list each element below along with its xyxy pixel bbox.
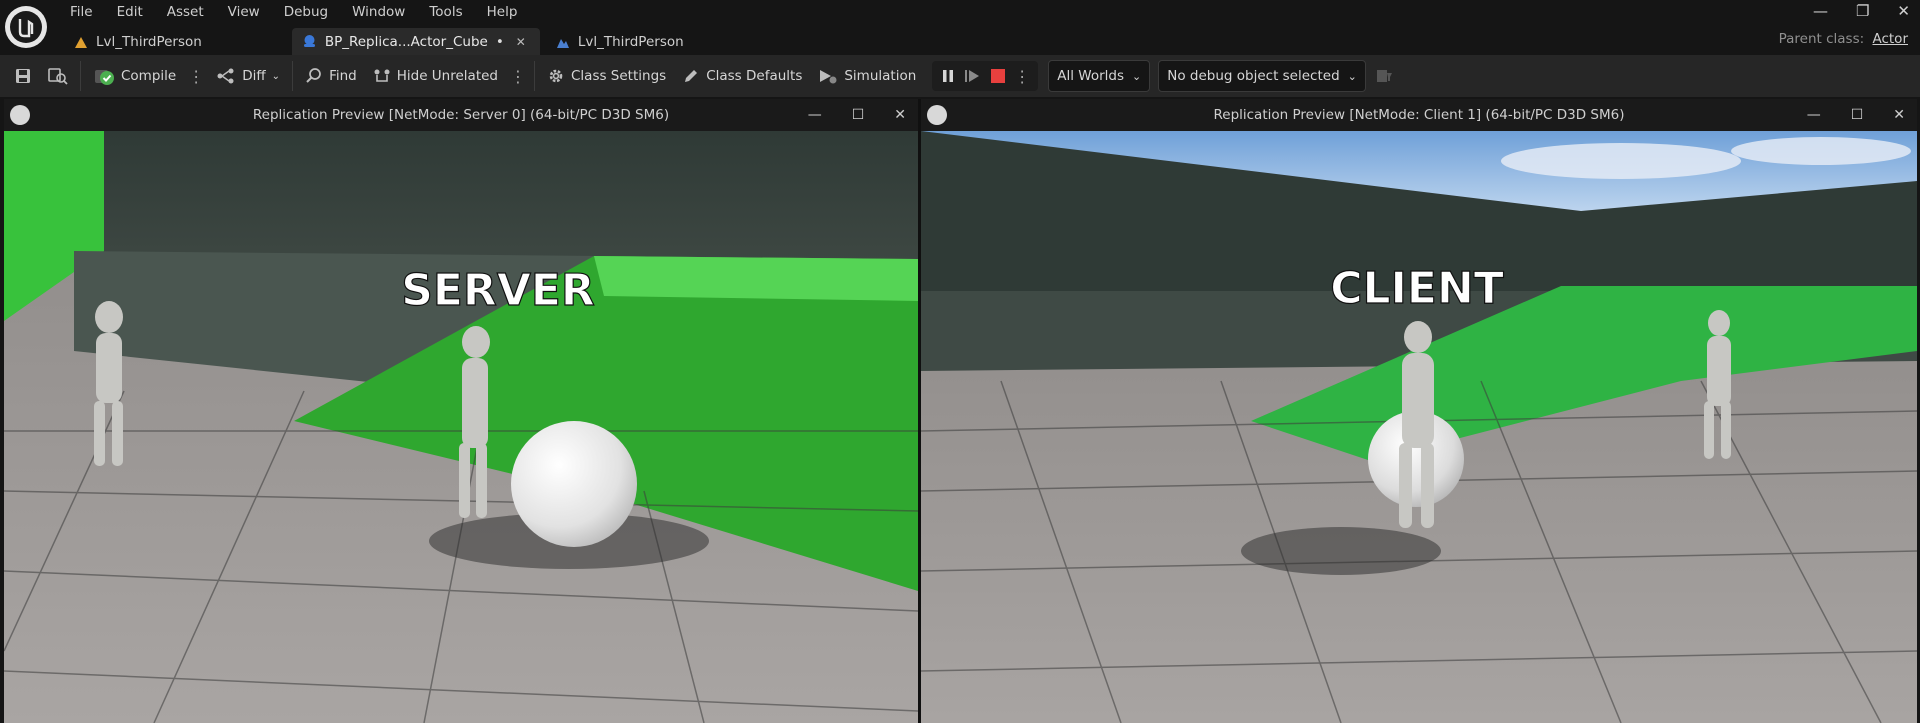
chevron-down-icon: ⌄ bbox=[1347, 69, 1357, 83]
tab-level-2[interactable]: Lvl_ThirdPerson bbox=[546, 28, 698, 55]
hide-unrelated-icon bbox=[374, 69, 390, 82]
server-overlay-label: SERVER bbox=[401, 265, 595, 316]
tab-blueprint[interactable]: BP_Replica...Actor_Cube • ✕ bbox=[291, 28, 540, 55]
browse-icon bbox=[48, 68, 68, 85]
compile-check-icon bbox=[95, 70, 114, 85]
menu-edit[interactable]: Edit bbox=[105, 0, 155, 24]
level-icon bbox=[556, 38, 569, 48]
simulation-icon bbox=[820, 70, 837, 84]
compile-label: Compile bbox=[121, 68, 177, 84]
menu-asset[interactable]: Asset bbox=[155, 0, 216, 24]
hide-unrelated-options-icon[interactable]: ⋮ bbox=[506, 67, 530, 86]
class-settings-label: Class Settings bbox=[571, 68, 667, 84]
edit-pencil-icon bbox=[685, 70, 698, 82]
playback-options-icon[interactable]: ⋮ bbox=[1014, 67, 1030, 86]
compile-options-icon[interactable]: ⋮ bbox=[184, 67, 208, 86]
menu-view[interactable]: View bbox=[216, 0, 272, 24]
viewport-server-title: Replication Preview [NetMode: Server 0] … bbox=[252, 107, 670, 123]
search-icon bbox=[306, 68, 321, 83]
window-controls: — ❐ ✕ bbox=[1813, 0, 1910, 22]
maximize-icon[interactable]: ☐ bbox=[1851, 107, 1864, 123]
viewport-client-title: Replication Preview [NetMode: Client 1] … bbox=[1213, 107, 1625, 123]
unreal-logo-icon bbox=[927, 105, 947, 125]
tab-label: Lvl_ThirdPerson bbox=[577, 33, 684, 50]
cloud bbox=[1501, 143, 1741, 179]
viewport-server-titlebar: Replication Preview [NetMode: Server 0] … bbox=[4, 99, 918, 131]
tab-level-1[interactable]: Lvl_ThirdPerson bbox=[64, 28, 216, 55]
close-icon[interactable]: ✕ bbox=[1897, 2, 1910, 20]
close-icon[interactable]: ✕ bbox=[1893, 107, 1905, 123]
toolbar: Compile ⋮ Diff ⌄ Find Hide Unrelated ⋮ C… bbox=[0, 55, 1920, 97]
debug-filter-icon[interactable] bbox=[1376, 68, 1394, 84]
chevron-down-icon: ⌄ bbox=[271, 70, 281, 82]
client-overlay-label: CLIENT bbox=[1330, 263, 1504, 314]
cloud bbox=[1731, 137, 1911, 165]
ball-shadow bbox=[1241, 527, 1441, 575]
blueprint-icon bbox=[303, 35, 315, 47]
diff-icon bbox=[217, 68, 234, 84]
close-tab-icon[interactable]: ✕ bbox=[516, 35, 526, 49]
viewport-divider bbox=[918, 99, 921, 723]
maximize-icon[interactable]: ☐ bbox=[852, 107, 865, 123]
world-select-value: All Worlds bbox=[1057, 68, 1125, 84]
tab-label: BP_Replica...Actor_Cube bbox=[324, 33, 488, 50]
viewport-server[interactable]: SERVER bbox=[4, 131, 918, 723]
menu-tools[interactable]: Tools bbox=[417, 0, 474, 24]
gear-icon bbox=[549, 69, 563, 83]
simulation-label: Simulation bbox=[844, 68, 917, 84]
menu-file[interactable]: File bbox=[58, 0, 105, 24]
chevron-down-icon: ⌄ bbox=[1132, 69, 1142, 83]
hide-unrelated-button[interactable]: Hide Unrelated bbox=[365, 55, 506, 97]
pause-icon[interactable] bbox=[940, 68, 956, 84]
restore-icon[interactable]: ❐ bbox=[1856, 2, 1869, 20]
find-button[interactable]: Find bbox=[297, 55, 365, 97]
class-settings-button[interactable]: Class Settings bbox=[539, 55, 674, 97]
minimize-icon[interactable]: — bbox=[808, 107, 822, 123]
debug-object-value: No debug object selected bbox=[1167, 68, 1340, 84]
separator bbox=[80, 61, 81, 91]
simulation-button[interactable]: Simulation bbox=[810, 55, 924, 97]
separator bbox=[292, 61, 294, 91]
menu-help[interactable]: Help bbox=[475, 0, 530, 24]
viewport-server-window-controls: — ☐ ✕ bbox=[808, 99, 906, 131]
parent-class-info: Parent class: Actor bbox=[1779, 31, 1908, 47]
browse-button[interactable] bbox=[40, 55, 76, 97]
minimize-icon[interactable]: — bbox=[1807, 107, 1821, 123]
class-defaults-button[interactable]: Class Defaults bbox=[674, 55, 810, 97]
tab-label: Lvl_ThirdPerson bbox=[96, 33, 202, 50]
parent-class-label: Parent class: bbox=[1778, 31, 1865, 47]
compile-button[interactable]: Compile bbox=[85, 55, 184, 97]
diff-label: Diff bbox=[242, 68, 266, 84]
viewport-client-window-controls: — ☐ ✕ bbox=[1807, 99, 1905, 131]
separator bbox=[534, 61, 535, 91]
menu-bar: File Edit Asset View Debug Window Tools … bbox=[58, 0, 529, 24]
unreal-logo-icon bbox=[10, 105, 30, 125]
class-defaults-label: Class Defaults bbox=[706, 68, 803, 84]
diff-button[interactable]: Diff ⌄ bbox=[208, 55, 288, 97]
modified-marker: • bbox=[495, 33, 504, 50]
save-button[interactable] bbox=[0, 55, 40, 97]
menu-debug[interactable]: Debug bbox=[272, 0, 340, 24]
document-tabs: Lvl_ThirdPerson BP_Replica...Actor_Cube … bbox=[64, 28, 698, 55]
hide-unrelated-label: Hide Unrelated bbox=[396, 68, 498, 84]
back-wall bbox=[4, 131, 918, 261]
green-ramp-top bbox=[594, 256, 918, 301]
viewport-client-titlebar: Replication Preview [NetMode: Client 1] … bbox=[921, 99, 1917, 131]
sphere bbox=[511, 421, 637, 547]
world-select[interactable]: All Worlds ⌄ bbox=[1048, 60, 1151, 92]
unreal-logo-icon[interactable] bbox=[5, 6, 47, 48]
menu-window[interactable]: Window bbox=[340, 0, 417, 24]
stop-icon[interactable] bbox=[990, 68, 1006, 84]
debug-object-select[interactable]: No debug object selected ⌄ bbox=[1158, 60, 1366, 92]
step-forward-icon[interactable] bbox=[964, 68, 982, 84]
close-icon[interactable]: ✕ bbox=[894, 107, 906, 123]
save-icon bbox=[16, 69, 30, 83]
viewport-client[interactable]: CLIENT bbox=[921, 131, 1917, 723]
find-label: Find bbox=[329, 68, 357, 84]
playback-controls: ⋮ bbox=[932, 61, 1039, 91]
parent-class-link[interactable]: Actor bbox=[1872, 31, 1908, 47]
title-bar: File Edit Asset View Debug Window Tools … bbox=[0, 0, 1920, 55]
level-icon bbox=[75, 36, 87, 48]
minimize-icon[interactable]: — bbox=[1813, 2, 1828, 20]
